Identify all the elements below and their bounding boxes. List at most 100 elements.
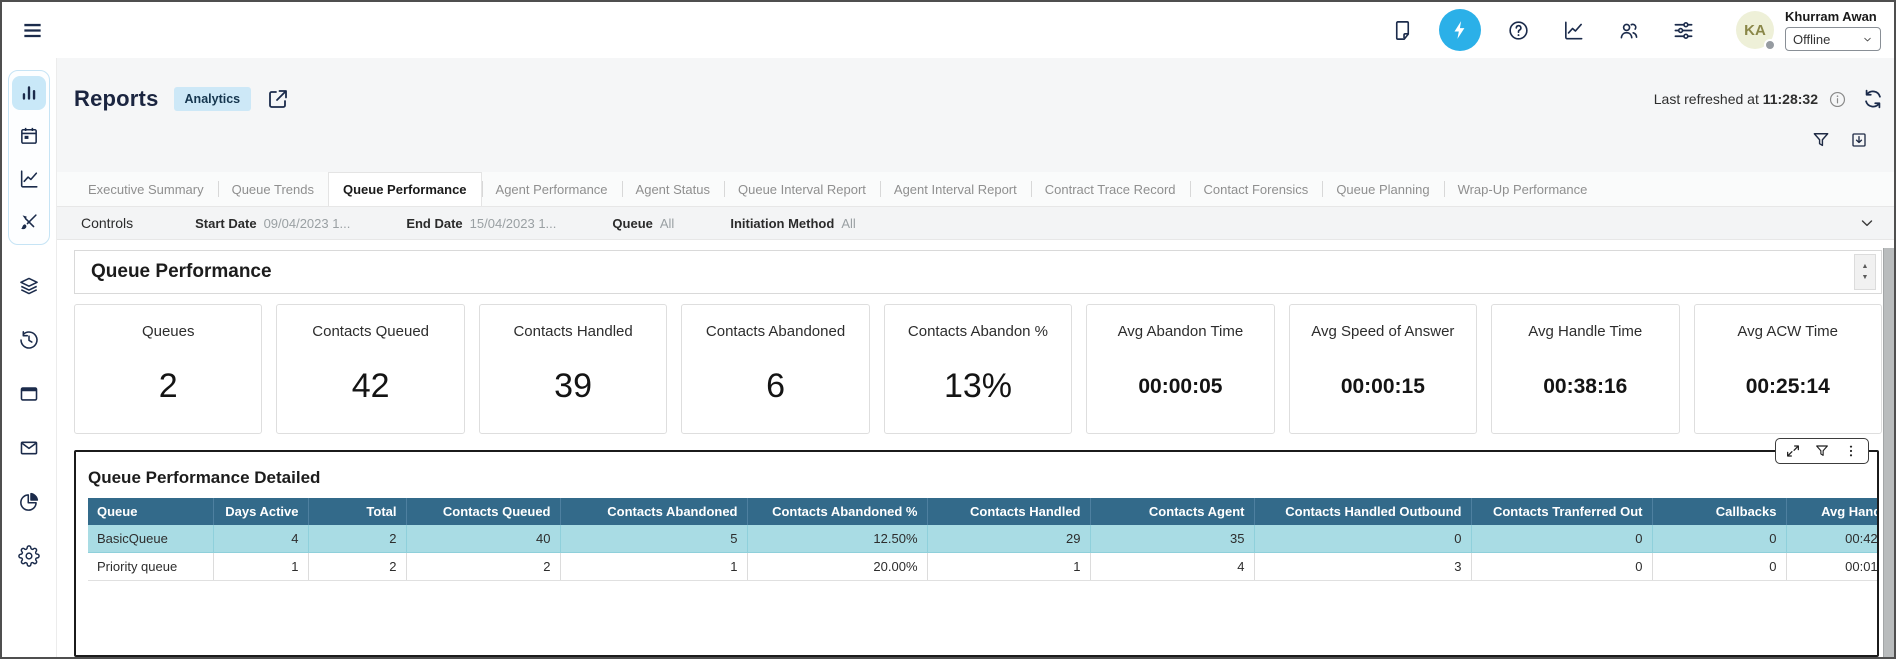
vertical-scrollbar[interactable]: [1883, 248, 1894, 657]
main-content: Reports Analytics Last refreshed at 11:2…: [57, 58, 1894, 657]
people-button[interactable]: [1610, 12, 1646, 48]
kpi-value-wrap: 00:00:15: [1341, 340, 1425, 433]
section-header: Queue Performance ▲ ▼: [74, 250, 1882, 294]
status-select[interactable]: Offline: [1785, 27, 1881, 51]
column-header-callbacks[interactable]: Callbacks: [1652, 498, 1786, 525]
table-row[interactable]: Priority queue122120.00%1430000:01:1: [88, 553, 1877, 581]
filter-queue[interactable]: Queue All: [612, 216, 674, 231]
sidebar-item-brush[interactable]: [12, 205, 46, 239]
sidebar-item-bar-chart[interactable]: [12, 76, 46, 110]
table-row[interactable]: BasicQueue4240512.50%293500000:42:2: [88, 525, 1877, 553]
info-icon[interactable]: [1828, 90, 1847, 109]
table-cell: 1: [560, 553, 747, 581]
table-cell: 2: [308, 525, 406, 553]
line-chart-icon: [1562, 19, 1585, 42]
detail-table: QueueDays ActiveTotalContacts QueuedCont…: [88, 498, 1877, 581]
note-button[interactable]: [1384, 12, 1420, 48]
report-tabs: Executive Summary Queue TrendsQueue Perfo…: [57, 172, 1894, 206]
kebab-menu-button[interactable]: [1843, 443, 1859, 459]
filter-start-date[interactable]: Start Date09/04/2023 1...: [195, 216, 350, 231]
column-header-contacts-handled[interactable]: Contacts Handled: [927, 498, 1090, 525]
window-icon: [18, 383, 40, 405]
line-chart-button[interactable]: [1555, 12, 1591, 48]
status-dot: [1764, 39, 1776, 51]
sidebar-item-pie-chart[interactable]: [12, 485, 46, 519]
value-stepper[interactable]: ▲ ▼: [1854, 254, 1876, 290]
help-button[interactable]: [1500, 12, 1536, 48]
kpi-value-wrap: 00:38:16: [1543, 340, 1627, 433]
table-cell: 3: [1254, 553, 1471, 581]
controls-collapse-button[interactable]: [1858, 214, 1876, 232]
filter-end-date[interactable]: End Date15/04/2023 1...: [406, 216, 556, 231]
tab-label: Contract Trace Record: [1045, 182, 1176, 197]
tab-queue-trends[interactable]: Queue Trends: [218, 172, 328, 206]
tab-agent-status[interactable]: Agent Status: [622, 172, 724, 206]
controls-row: Controls Start Date09/04/2023 1...End Da…: [57, 206, 1894, 240]
table-cell: 00:42:2: [1786, 525, 1877, 553]
tab-wrap-up-performance[interactable]: Wrap-Up Performance: [1444, 172, 1602, 206]
table-cell: 0: [1471, 553, 1652, 581]
tab-agent-interval-report[interactable]: Agent Interval Report: [880, 172, 1031, 206]
filter-button[interactable]: [1811, 130, 1831, 150]
kpi-value-wrap: 00:00:05: [1138, 340, 1222, 433]
column-header-days-active[interactable]: Days Active: [213, 498, 308, 525]
kpi-card-contacts-queued: Contacts Queued42: [276, 304, 464, 434]
column-header-contacts-handled-outbound[interactable]: Contacts Handled Outbound: [1254, 498, 1471, 525]
filter-label: Queue: [612, 216, 652, 231]
kpi-value: 6: [766, 367, 785, 406]
sidebar-item-calendar[interactable]: [12, 119, 46, 153]
lightning-button[interactable]: [1439, 9, 1481, 51]
avatar[interactable]: KA: [1736, 11, 1774, 49]
column-header-contacts-agent[interactable]: Contacts Agent: [1090, 498, 1254, 525]
note-icon: [1391, 19, 1414, 42]
people-icon: [1617, 19, 1640, 42]
tab-contract-trace-record[interactable]: Contract Trace Record: [1031, 172, 1190, 206]
sliders-button[interactable]: [1665, 12, 1701, 48]
history-icon: [18, 329, 40, 351]
tab-label: Queue Planning: [1336, 182, 1429, 197]
tab-agent-performance[interactable]: Agent Performance: [482, 172, 622, 206]
column-header-total[interactable]: Total: [308, 498, 406, 525]
kpi-value: 00:00:05: [1138, 375, 1222, 399]
column-header-avg-handl[interactable]: Avg Handl.: [1786, 498, 1877, 525]
sidebar-item-gear[interactable]: [12, 539, 46, 573]
kpi-label: Avg Speed of Answer: [1311, 323, 1454, 340]
sidebar-item-layers[interactable]: [12, 269, 46, 303]
report-panel: Queue Performance ▲ ▼ Queues2Contacts Qu…: [57, 240, 1894, 657]
table-cell: 00:01:1: [1786, 553, 1877, 581]
kpi-label: Avg Handle Time: [1528, 323, 1642, 340]
chevron-down-icon: [1862, 34, 1873, 45]
sidebar-item-line-chart[interactable]: [12, 162, 46, 196]
menu-button[interactable]: [17, 15, 47, 45]
column-header-contacts-abandoned[interactable]: Contacts Abandoned %: [747, 498, 927, 525]
sidebar-item-history[interactable]: [12, 323, 46, 357]
tab-queue-planning[interactable]: Queue Planning: [1322, 172, 1443, 206]
refresh-button[interactable]: [1862, 88, 1884, 110]
download-button[interactable]: [1849, 130, 1869, 150]
sidebar-item-mail[interactable]: [12, 431, 46, 465]
kpi-value: 13%: [944, 367, 1012, 406]
column-header-contacts-queued[interactable]: Contacts Queued: [406, 498, 560, 525]
filter-initiation-method[interactable]: Initiation MethodAll: [730, 216, 855, 231]
tab-executive-summary[interactable]: Executive Summary: [74, 172, 218, 206]
filter-value: All: [660, 216, 674, 231]
table-header-row: QueueDays ActiveTotalContacts QueuedCont…: [88, 498, 1877, 525]
widget-filter-button[interactable]: [1814, 443, 1830, 459]
kpi-card-queues: Queues2: [74, 304, 262, 434]
kpi-label: Contacts Abandon %: [908, 323, 1048, 340]
kpi-card-contacts-handled: Contacts Handled39: [479, 304, 667, 434]
sidebar-item-window[interactable]: [12, 377, 46, 411]
tab-queue-interval-report[interactable]: Queue Interval Report: [724, 172, 880, 206]
column-header-contacts-abandoned[interactable]: Contacts Abandoned: [560, 498, 747, 525]
column-header-queue[interactable]: Queue: [88, 498, 213, 525]
column-header-contacts-tranferred-out[interactable]: Contacts Tranferred Out: [1471, 498, 1652, 525]
pie-chart-icon: [18, 491, 40, 513]
kpi-card-avg-speed-of-answer: Avg Speed of Answer00:00:15: [1289, 304, 1477, 434]
external-link-button[interactable]: [266, 87, 290, 111]
tab-label: Executive Summary: [88, 182, 204, 197]
tab-queue-performance[interactable]: Queue Performance: [328, 172, 482, 206]
topbar: KA Khurram Awan Offline: [2, 2, 1894, 58]
expand-button[interactable]: [1785, 443, 1801, 459]
kpi-label: Contacts Abandoned: [706, 323, 845, 340]
tab-contact-forensics[interactable]: Contact Forensics: [1190, 172, 1323, 206]
